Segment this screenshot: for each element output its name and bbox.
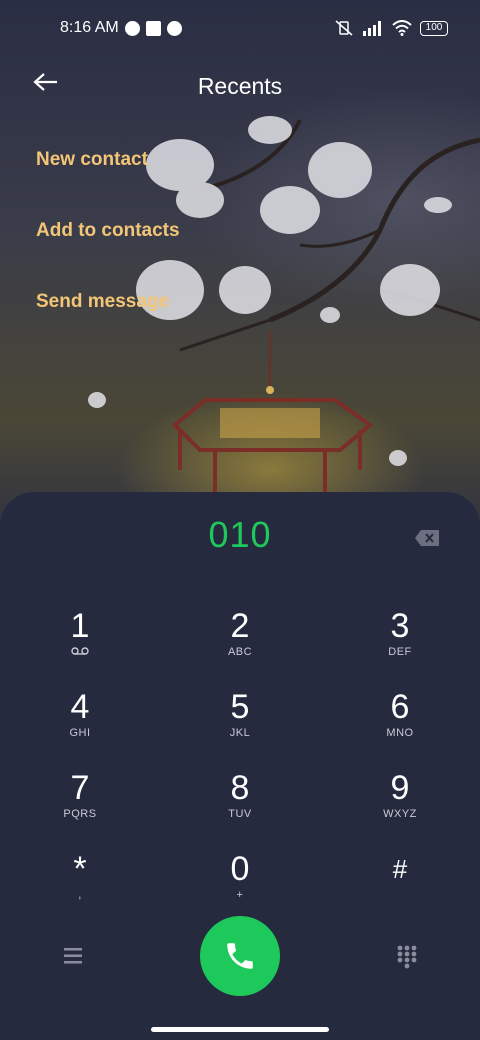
page-title: Recents <box>197 72 283 99</box>
signal-icon <box>363 21 381 36</box>
key-8[interactable]: 8 TUV <box>160 766 320 847</box>
dialpad-keys: 1 2 ABC 3 DEF 4 GHI 5 JKL 6 MNO 7 PQRS 8… <box>0 604 480 928</box>
phone-icon <box>227 943 253 969</box>
key-7[interactable]: 7 PQRS <box>0 766 160 847</box>
dialer-bottom-bar <box>0 916 480 996</box>
notification-icon <box>124 20 140 36</box>
key-9[interactable]: 9 WXYZ <box>320 766 480 847</box>
backspace-icon <box>415 530 439 546</box>
key-1[interactable]: 1 <box>0 604 160 685</box>
back-button[interactable] <box>30 66 62 98</box>
backspace-button[interactable] <box>414 529 440 547</box>
voicemail-icon <box>71 646 89 660</box>
key-4[interactable]: 4 GHI <box>0 685 160 766</box>
battery-icon: 100 <box>420 20 448 36</box>
back-arrow-icon <box>33 73 57 91</box>
key-6[interactable]: 6 MNO <box>320 685 480 766</box>
wifi-icon <box>392 20 412 36</box>
dialpad-toggle-button[interactable] <box>396 944 418 970</box>
clock: 8:16 AM <box>60 19 119 36</box>
send-message-link[interactable]: Send message <box>36 282 180 353</box>
notification-icon <box>166 20 182 36</box>
dialed-number: 010 <box>208 514 272 555</box>
key-3[interactable]: 3 DEF <box>320 604 480 685</box>
vibrate-off-icon <box>335 20 353 36</box>
menu-icon <box>64 948 82 964</box>
app-header: Recents <box>0 56 480 116</box>
status-bar: 8:16 AM 100 <box>0 0 480 56</box>
menu-button[interactable] <box>58 944 88 968</box>
square-icon <box>145 20 161 36</box>
new-contact-link[interactable]: New contact <box>36 140 180 211</box>
key-5[interactable]: 5 JKL <box>160 685 320 766</box>
number-actions: New contact Add to contacts Send message <box>36 140 180 353</box>
key-2[interactable]: 2 ABC <box>160 604 320 685</box>
call-button[interactable] <box>200 916 280 996</box>
dialpad-panel: 010 1 2 ABC 3 DEF 4 GHI 5 JKL 6 MNO 7 PQ… <box>0 492 480 1040</box>
dialpad-grid-icon <box>397 945 417 969</box>
home-indicator[interactable] <box>151 1027 329 1032</box>
add-to-contacts-link[interactable]: Add to contacts <box>36 211 180 282</box>
